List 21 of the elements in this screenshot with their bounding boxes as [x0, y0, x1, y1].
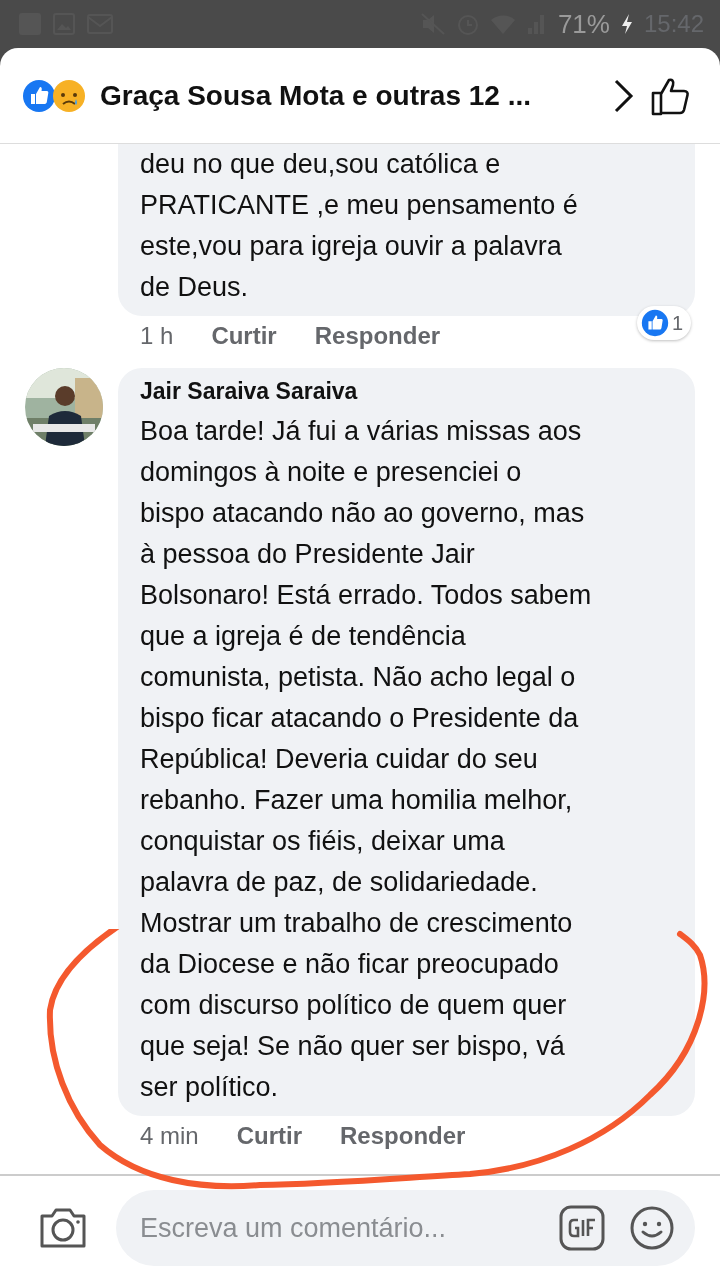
comment-action-link[interactable]: Curtir: [211, 322, 277, 350]
comment-time: 1 h: [140, 322, 174, 350]
chevron-right-icon[interactable]: [612, 77, 636, 114]
reactions-summary[interactable]: Graça Sousa Mota e outras 12 ...: [100, 79, 598, 112]
comment-text: Boa tarde! Já fui a várias missas aos domingos à noite e presenciei o bispo atacando não ao governo, mas à pessoa do Presidente Jair Bolsonaro! Está errado. Todos sabem que a igreja é de tendência comunista, petista. Não acho legal o bispo ficar atacando o Presidente da República! Deveria cuidar do seu rebanho. Fazer uma homilia melhor, conquistar os fiéis, deixar uma palavra de paz, de solidariedade. Mostrar um trabalho de crescimento da Diocese e não ficar preocupado com discurso político de quem quer que seja! Se não quer ser bispo, vá ser político.: [140, 415, 592, 1104]
comment-text: deu no que deu,sou católica e PRATICANTE ,e meu pensamento é este,vou para igreja ouvir a palavra de Deus.: [140, 148, 578, 304]
comment-author[interactable]: Jair Saraiva Saraiva: [140, 378, 675, 405]
gif-icon[interactable]: [559, 1205, 605, 1251]
reaction-badge[interactable]: 1: [636, 306, 691, 340]
camera-icon[interactable]: [38, 1206, 88, 1250]
sad-reaction-icon: [52, 78, 86, 113]
comment-time: 4 min: [140, 1122, 199, 1150]
comment-action-link[interactable]: Responder: [340, 1122, 466, 1150]
comment-action-link[interactable]: Responder: [314, 322, 441, 350]
emoji-icon[interactable]: [629, 1205, 675, 1251]
comment-field[interactable]: Escreva um comentário...: [116, 1190, 695, 1266]
charging-icon: [619, 13, 634, 35]
battery-percentage: 71%: [557, 8, 610, 40]
comment-action-link[interactable]: Curtir: [236, 1122, 303, 1150]
like-reaction-icon: [22, 78, 56, 113]
comment-input[interactable]: Escreva um comentário...: [138, 1211, 535, 1245]
